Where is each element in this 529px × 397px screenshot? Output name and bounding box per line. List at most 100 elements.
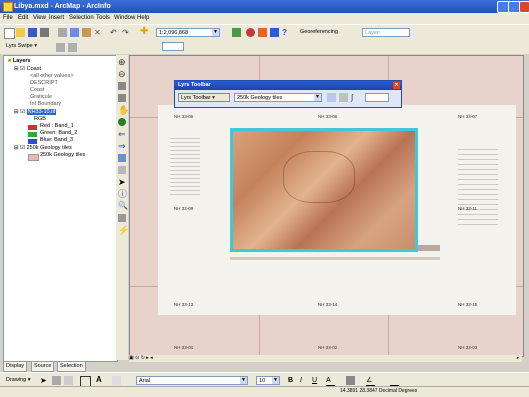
pan-icon[interactable]: ✋ bbox=[118, 106, 129, 115]
command-line-icon[interactable] bbox=[258, 28, 267, 37]
toc-legend-green: Green: Band_2 bbox=[40, 130, 78, 136]
raster-contour bbox=[283, 151, 355, 203]
tab-selection[interactable]: Selection bbox=[57, 361, 86, 372]
grid-label: NH 33-11 bbox=[458, 206, 477, 211]
clear-selection-icon[interactable] bbox=[118, 166, 126, 174]
toc-legend-coast: Coast bbox=[30, 87, 45, 93]
grid-label: NH 33-05 bbox=[174, 114, 194, 119]
menu-edit[interactable]: Edit bbox=[18, 15, 28, 21]
open-icon[interactable] bbox=[16, 28, 25, 37]
fixed-zoom-in-icon[interactable] bbox=[118, 82, 126, 90]
menu-help[interactable]: Help bbox=[137, 15, 149, 21]
tab-display[interactable]: Display bbox=[3, 361, 28, 372]
editor-icon[interactable] bbox=[232, 28, 241, 37]
save-icon[interactable] bbox=[28, 28, 37, 37]
forward-extent-icon[interactable]: ⇒ bbox=[118, 142, 126, 151]
select-features-icon[interactable] bbox=[118, 154, 126, 162]
identify-icon[interactable]: ⓘ bbox=[118, 190, 127, 199]
map-scale-value: 1:2,096,868 bbox=[159, 30, 189, 36]
layout-view-buttons[interactable]: ▣ ⊙ ↻ ▸ ◂ bbox=[129, 355, 169, 362]
callout-icon[interactable] bbox=[112, 376, 121, 385]
menu-selection[interactable]: Selection bbox=[69, 15, 94, 21]
print-icon[interactable] bbox=[40, 28, 49, 37]
toc-legend-geology: 250k Geology tiles bbox=[40, 152, 86, 158]
underline-icon[interactable]: U bbox=[312, 376, 321, 385]
menu-view[interactable]: View bbox=[33, 15, 46, 21]
fixed-zoom-out-icon[interactable] bbox=[118, 94, 126, 102]
toc-legend-rgb: RGB bbox=[34, 116, 46, 122]
find-icon[interactable]: 🔍 bbox=[118, 202, 128, 210]
zoom-in-icon[interactable]: ⊕ bbox=[118, 58, 126, 67]
swipe-layer-value: 250k Geology tiles bbox=[237, 95, 283, 101]
italic-icon[interactable]: I bbox=[300, 376, 309, 385]
toc-item-geology[interactable]: ⊟ ☑ 250k Geology tiles bbox=[14, 145, 72, 151]
help-icon[interactable]: ? bbox=[282, 28, 291, 37]
model-builder-icon[interactable] bbox=[270, 28, 279, 37]
chevron-down-icon[interactable]: ▼ bbox=[314, 94, 321, 101]
layer-combo[interactable]: Layer: bbox=[362, 28, 410, 37]
arctoolbox-icon[interactable] bbox=[246, 28, 255, 37]
swipe-icon[interactable] bbox=[56, 43, 65, 52]
font-size-combo[interactable]: 10 ▼ bbox=[256, 376, 280, 385]
map-scale-combo[interactable]: 1:2,096,868 ▼ bbox=[156, 28, 220, 37]
status-bar: 14.3891 28.3847 Decimal Degrees bbox=[0, 386, 529, 397]
georeferencing-menu[interactable]: Georeferencing bbox=[298, 28, 358, 37]
hyperlink-icon[interactable]: ⚡ bbox=[118, 226, 129, 235]
toc-item-coast[interactable]: ⊟ ☑ Coast bbox=[14, 66, 41, 72]
copy-icon[interactable] bbox=[70, 28, 79, 37]
delete-icon[interactable]: ✕ bbox=[94, 28, 103, 37]
drawing-menu[interactable]: Drawing ▾ bbox=[4, 376, 36, 385]
floating-swipe-toolbar[interactable]: Lyrs Toolbar ✕ Lyrs Toolbar ▾ 250k Geolo… bbox=[174, 80, 402, 108]
fill-color-icon[interactable] bbox=[346, 376, 355, 385]
swipe-layer-combo[interactable]: 250k Geology tiles ▼ bbox=[234, 93, 322, 102]
bold-icon[interactable]: B bbox=[288, 376, 297, 385]
select-elements-icon[interactable]: ➤ bbox=[118, 178, 126, 187]
back-extent-icon[interactable]: ⇐ bbox=[118, 130, 126, 139]
swipe-layer-icon[interactable] bbox=[327, 93, 336, 102]
lyrs-toolbar-menu-button[interactable]: Lyrs Toolbar ▾ bbox=[178, 93, 230, 102]
font-combo[interactable]: Arial ▼ bbox=[136, 376, 248, 385]
toc-label: Coast bbox=[26, 66, 41, 72]
map-horizontal-scrollbar[interactable]: ▣ ⊙ ↻ ▸ ◂ ▸ bbox=[129, 355, 522, 362]
menu-tools[interactable]: Tools bbox=[96, 15, 110, 21]
menu-window[interactable]: Window bbox=[114, 15, 135, 21]
menu-insert[interactable]: Insert bbox=[49, 15, 64, 21]
cut-icon[interactable] bbox=[58, 28, 67, 37]
tab-source[interactable]: Source bbox=[31, 361, 55, 372]
toc-legend-boundary: Int Boundary bbox=[30, 101, 62, 107]
window-title: Libya.mxd - ArcMap - ArcInfo bbox=[14, 3, 111, 10]
toc-label: 250k Geology tiles bbox=[26, 145, 72, 151]
toc-root[interactable]: ■ Layers bbox=[8, 58, 31, 64]
rotate-icon[interactable] bbox=[52, 376, 61, 385]
close-button[interactable] bbox=[519, 1, 529, 13]
floating-toolbar-title-bar[interactable]: Lyrs Toolbar ✕ bbox=[175, 81, 401, 90]
flicker-rate-field[interactable] bbox=[365, 93, 389, 102]
new-icon[interactable] bbox=[4, 28, 15, 39]
chevron-down-icon[interactable]: ▼ bbox=[212, 29, 219, 36]
flicker-icon[interactable] bbox=[68, 43, 77, 52]
add-data-icon[interactable]: ✚ bbox=[140, 27, 149, 37]
transparency-icon[interactable]: ∫ bbox=[351, 93, 360, 102]
measure-icon[interactable] bbox=[118, 214, 126, 222]
chevron-down-icon[interactable]: ▼ bbox=[272, 377, 279, 384]
scroll-right-icon[interactable]: ▸ bbox=[514, 355, 522, 362]
zoom-whole-page-icon[interactable] bbox=[64, 376, 73, 385]
zoom-out-icon[interactable]: ⊖ bbox=[118, 70, 126, 79]
full-extent-icon[interactable] bbox=[118, 118, 126, 126]
sheet-legend-text bbox=[170, 135, 200, 195]
grid-label: NH 33-07 bbox=[458, 114, 478, 119]
chevron-down-icon[interactable]: ▼ bbox=[240, 377, 247, 384]
swipe-rate-field[interactable] bbox=[162, 42, 184, 51]
toc-label-selected: NH33-10.tif bbox=[26, 109, 57, 115]
undo-icon[interactable]: ↶ bbox=[110, 28, 119, 37]
select-elements-icon[interactable]: ➤ bbox=[40, 376, 49, 385]
redo-icon[interactable]: ↷ bbox=[122, 28, 131, 37]
lyrs-swipe-menu[interactable]: Lyrs Swipe ▾ bbox=[4, 42, 50, 51]
text-icon[interactable]: A bbox=[96, 375, 105, 384]
paste-icon[interactable] bbox=[82, 28, 91, 37]
map-view[interactable]: NH 33-05 NH 33-06 NH 33-07 NH 33-09 NH 3… bbox=[129, 55, 524, 357]
toc-item-raster[interactable]: ⊟ ☑ NH33-10.tif bbox=[14, 109, 57, 115]
close-icon[interactable]: ✕ bbox=[393, 82, 400, 89]
menu-file[interactable]: File bbox=[3, 15, 13, 21]
flicker-layer-icon[interactable] bbox=[339, 93, 348, 102]
